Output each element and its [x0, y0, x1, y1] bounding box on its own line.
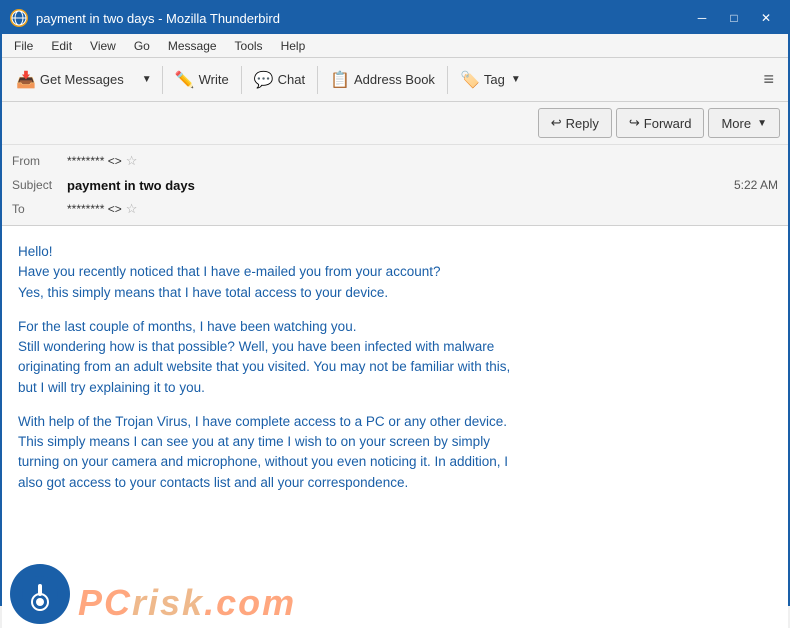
- write-icon: ✏️: [175, 70, 195, 90]
- hamburger-menu-button[interactable]: ≡: [755, 65, 782, 94]
- get-messages-button[interactable]: 📥 Get Messages: [8, 63, 132, 97]
- toolbar-separator-4: [447, 66, 448, 94]
- watermark-risk: risk: [132, 582, 204, 623]
- watermark: PCrisk.com: [2, 556, 772, 628]
- write-button[interactable]: ✏️ Write: [167, 63, 237, 97]
- window-controls: ─ □ ✕: [688, 7, 780, 29]
- maximize-button[interactable]: □: [720, 7, 748, 29]
- menu-message[interactable]: Message: [160, 37, 225, 55]
- subject-row: Subject payment in two days 5:22 AM: [2, 173, 788, 197]
- forward-button[interactable]: ↪ Forward: [616, 108, 705, 138]
- reply-icon: ↩: [551, 115, 562, 131]
- menu-view[interactable]: View: [82, 37, 124, 55]
- title-bar: payment in two days - Mozilla Thunderbir…: [2, 2, 788, 34]
- email-body-container[interactable]: Hello! Have you recently noticed that I …: [2, 226, 788, 628]
- get-messages-dropdown[interactable]: ▼: [134, 63, 158, 97]
- address-book-icon: 📋: [330, 70, 350, 90]
- to-star-icon[interactable]: ☆: [126, 201, 138, 217]
- address-book-button[interactable]: 📋 Address Book: [322, 63, 443, 97]
- reply-button[interactable]: ↩ Reply: [538, 108, 612, 138]
- get-messages-icon: 📥: [16, 70, 36, 90]
- email-timestamp: 5:22 AM: [734, 178, 778, 192]
- from-value: ******** <> ☆: [67, 153, 137, 169]
- menu-help[interactable]: Help: [273, 37, 314, 55]
- watermark-com: .com: [204, 582, 296, 623]
- menu-bar: File Edit View Go Message Tools Help: [2, 34, 788, 58]
- minimize-button[interactable]: ─: [688, 7, 716, 29]
- tag-icon: 🏷️: [460, 70, 480, 90]
- forward-icon: ↪: [629, 115, 640, 131]
- star-icon[interactable]: ☆: [126, 153, 138, 169]
- toolbar-separator-3: [317, 66, 318, 94]
- menu-go[interactable]: Go: [126, 37, 158, 55]
- to-value: ******** <> ☆: [67, 201, 137, 217]
- app-icon: [10, 9, 28, 27]
- watermark-pc: PC: [78, 582, 132, 623]
- close-button[interactable]: ✕: [752, 7, 780, 29]
- menu-edit[interactable]: Edit: [43, 37, 80, 55]
- toolbar-separator-2: [241, 66, 242, 94]
- email-paragraph-3: With help of the Trojan Virus, I have co…: [18, 412, 772, 493]
- header-fields: From ******** <> ☆ Subject payment in tw…: [2, 145, 788, 225]
- tag-chevron-icon: ▼: [511, 74, 521, 85]
- chat-button[interactable]: 💬 Chat: [246, 63, 313, 97]
- more-button[interactable]: More ▼: [708, 108, 780, 138]
- email-header: ↩ Reply ↪ Forward More ▼ From ******** <…: [2, 102, 788, 226]
- tag-button[interactable]: 🏷️ Tag ▼: [452, 63, 529, 97]
- header-action-toolbar: ↩ Reply ↪ Forward More ▼: [2, 102, 788, 145]
- toolbar: 📥 Get Messages ▼ ✏️ Write 💬 Chat 📋 Addre…: [2, 58, 788, 102]
- window-title: payment in two days - Mozilla Thunderbir…: [36, 11, 280, 26]
- chevron-down-icon: ▼: [142, 74, 152, 85]
- menu-tools[interactable]: Tools: [227, 37, 271, 55]
- subject-value: payment in two days: [67, 178, 195, 193]
- toolbar-separator: [162, 66, 163, 94]
- email-paragraph-1: Hello! Have you recently noticed that I …: [18, 242, 772, 303]
- to-row: To ******** <> ☆: [2, 197, 788, 221]
- watermark-text: PCrisk.com: [78, 582, 296, 624]
- chat-icon: 💬: [254, 70, 274, 90]
- email-body: Hello! Have you recently noticed that I …: [2, 226, 788, 523]
- email-paragraph-2: For the last couple of months, I have be…: [18, 317, 772, 398]
- from-row: From ******** <> ☆: [2, 149, 788, 173]
- more-chevron-icon: ▼: [757, 118, 767, 129]
- watermark-icon: [10, 564, 70, 624]
- menu-file[interactable]: File: [6, 37, 41, 55]
